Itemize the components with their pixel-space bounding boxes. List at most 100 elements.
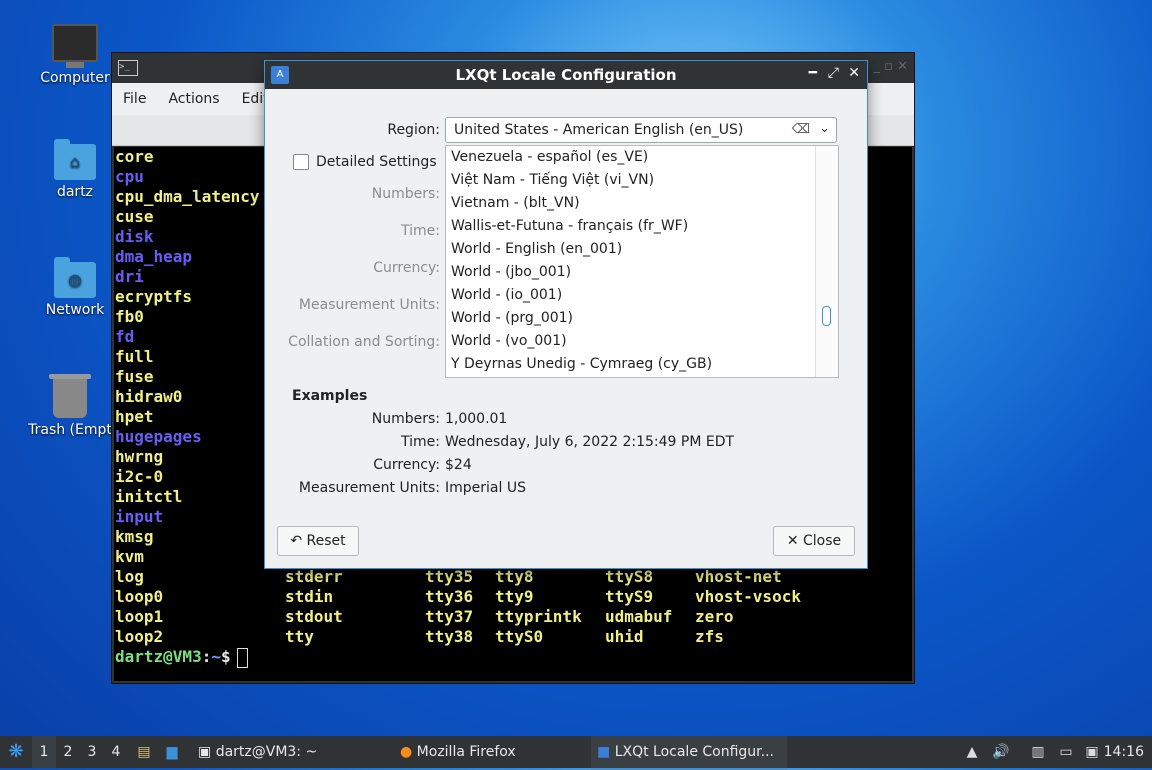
terminal-column: vhost-net vhost-vsock zero zfs	[695, 567, 801, 647]
dropdown-scrollbar[interactable]	[815, 146, 838, 377]
terminal-column: tty35 tty36 tty37 tty38	[425, 567, 473, 647]
dropdown-item[interactable]: World - (prg_001)	[446, 307, 838, 330]
terminal-entry: fd	[115, 327, 135, 346]
notification-icon[interactable]: ▣	[1084, 744, 1100, 760]
workspace-4[interactable]: 4	[104, 736, 128, 768]
terminal-column: tty8 tty9 ttyprintk ttyS0	[495, 567, 582, 647]
region-dropdown-list[interactable]: Venezuela - español (es_VE) Việt Nam - Ti…	[445, 145, 839, 378]
numbers-label: Numbers:	[371, 186, 440, 202]
terminal-entry: loop1	[115, 607, 164, 626]
network-tray-icon[interactable]: ▭	[1058, 744, 1074, 760]
desktop-icon-trash[interactable]: Trash (Empt	[20, 374, 120, 438]
clock[interactable]: 14:16	[1104, 736, 1144, 768]
terminal-entry: tty	[285, 627, 314, 646]
detailed-settings-checkbox[interactable]	[293, 154, 309, 170]
terminal-entry: vhost-vsock	[695, 587, 801, 606]
desktop-icon-computer[interactable]: Computer	[25, 24, 125, 86]
dialog-title: LXQt Locale Configuration	[455, 66, 677, 84]
clipboard-icon[interactable]: ▥	[1030, 744, 1046, 760]
reset-label: Reset	[306, 533, 346, 549]
dropdown-item[interactable]: Wallis-et-Futuna - français (fr_WF)	[446, 215, 838, 238]
menu-file[interactable]: File	[112, 91, 157, 107]
terminal-entry: stdin	[285, 587, 334, 606]
undo-icon: ↶	[290, 533, 303, 549]
trash-icon	[49, 374, 91, 418]
terminal-entry: ttyS0	[495, 627, 544, 646]
computer-icon	[52, 24, 98, 68]
taskbar: ❋ 1 2 3 4 ▤ ▆ ▣ dartz@VM3: ~ ● Mozilla F…	[0, 736, 1152, 770]
menu-actions[interactable]: Actions	[157, 91, 230, 107]
terminal-entry: tty38	[425, 627, 474, 646]
clear-icon[interactable]: ⌫	[792, 122, 810, 137]
prompt-path: ~	[211, 647, 221, 666]
terminal-entry: loop2	[115, 627, 164, 646]
example-currency-label: Currency:	[373, 457, 440, 473]
maximize-icon[interactable]: ⤢	[828, 65, 839, 81]
show-desktop-icon[interactable]: ▆	[164, 744, 180, 760]
volume-icon[interactable]: 🔊	[992, 744, 1009, 760]
terminal-entry: hwrng	[115, 447, 164, 466]
terminal-entry: ttyprintk	[495, 607, 582, 626]
task-label: dartz@VM3: ~	[215, 744, 318, 760]
region-label: Region:	[387, 122, 440, 138]
terminal-entry: log	[115, 567, 144, 586]
file-manager-icon[interactable]: ▤	[136, 744, 152, 760]
workspace-2[interactable]: 2	[56, 736, 80, 768]
terminal-entry: tty37	[425, 607, 474, 626]
dropdown-item[interactable]: World - (io_001)	[446, 284, 838, 307]
chevron-down-icon[interactable]: ⌄	[819, 121, 830, 136]
dropdown-item[interactable]: Vietnam - (blt_VN)	[446, 192, 838, 215]
terminal-entry: uhid	[605, 627, 644, 646]
terminal-column: ttyS8 ttyS9 udmabuf uhid	[605, 567, 672, 647]
detailed-settings-label[interactable]: Detailed Settings	[316, 154, 437, 170]
desktop-icon-label: Network	[45, 302, 105, 318]
dropdown-item[interactable]: Việt Nam - Tiếng Việt (vi_VN)	[446, 169, 838, 192]
region-combobox[interactable]: United States - American English (en_US)…	[445, 117, 837, 143]
desktop-icon-label: dartz	[56, 184, 94, 200]
desktop-icon-network[interactable]: ◍ Network	[25, 257, 125, 318]
desktop-icon-label: Trash (Empt	[28, 422, 112, 438]
terminal-column: core cpu cpu_dma_latency cuse disk dma_heap dr…	[115, 147, 260, 647]
currency-label: Currency:	[373, 260, 440, 276]
terminal-entry: ecryptfs	[115, 287, 193, 306]
close-icon[interactable]: ✕	[848, 65, 860, 81]
terminal-entry: input	[115, 507, 164, 526]
workspace-1[interactable]: 1	[32, 736, 56, 768]
terminal-entry: fuse	[115, 367, 154, 386]
task-terminal[interactable]: ▣ dartz@VM3: ~	[192, 736, 378, 768]
terminal-entry: tty35	[425, 567, 474, 586]
locale-task-icon: ■	[597, 744, 611, 760]
terminal-entry: dri	[115, 267, 144, 286]
close-button[interactable]: ✕ Close	[773, 526, 855, 556]
dropdown-item[interactable]: Y Deyrnas Unedig - Cymraeg (cy_GB)	[446, 353, 838, 376]
tray-up-arrow-icon[interactable]: ▲	[964, 744, 980, 760]
start-menu-icon[interactable]: ❋	[4, 736, 28, 768]
measurement-label: Measurement Units:	[298, 297, 440, 313]
terminal-prompt: dartz@VM3:~$	[115, 647, 248, 668]
workspace-3[interactable]: 3	[80, 736, 104, 768]
terminal-entry: cpu	[115, 167, 144, 186]
dialog-titlebar[interactable]: A LXQt Locale Configuration ━ ⤢ ✕	[265, 61, 867, 89]
close-label: Close	[803, 533, 842, 549]
minimize-icon[interactable]: ━	[809, 65, 817, 81]
desktop-icon-home[interactable]: ⌂ dartz	[25, 139, 125, 200]
reset-button[interactable]: ↶ Reset	[277, 526, 359, 556]
region-value: United States - American English (en_US)	[454, 122, 744, 138]
task-locale-config[interactable]: ■ LXQt Locale Configur...	[591, 736, 787, 770]
terminal-entry: hpet	[115, 407, 154, 426]
terminal-entry: stderr	[285, 567, 343, 586]
task-label: LXQt Locale Configur...	[614, 744, 774, 760]
task-firefox[interactable]: ● Mozilla Firefox	[394, 736, 590, 768]
example-currency-value: $24	[445, 457, 472, 473]
example-numbers-label: Numbers:	[371, 411, 440, 427]
locale-config-dialog[interactable]: A LXQt Locale Configuration ━ ⤢ ✕ Region…	[264, 60, 868, 569]
window-controls[interactable]: _ ▫ ✕	[874, 59, 908, 74]
dropdown-item[interactable]: World - (jbo_001)	[446, 261, 838, 284]
example-measurement-value: Imperial US	[445, 480, 526, 496]
dropdown-item[interactable]: World - (vo_001)	[446, 330, 838, 353]
dropdown-item[interactable]: Venezuela - español (es_VE)	[446, 146, 838, 169]
example-measurement-label: Measurement Units:	[298, 480, 440, 496]
dropdown-item[interactable]: World - English (en_001)	[446, 238, 838, 261]
scrollbar-thumb[interactable]	[822, 306, 831, 326]
terminal-entry: kvm	[115, 547, 144, 566]
